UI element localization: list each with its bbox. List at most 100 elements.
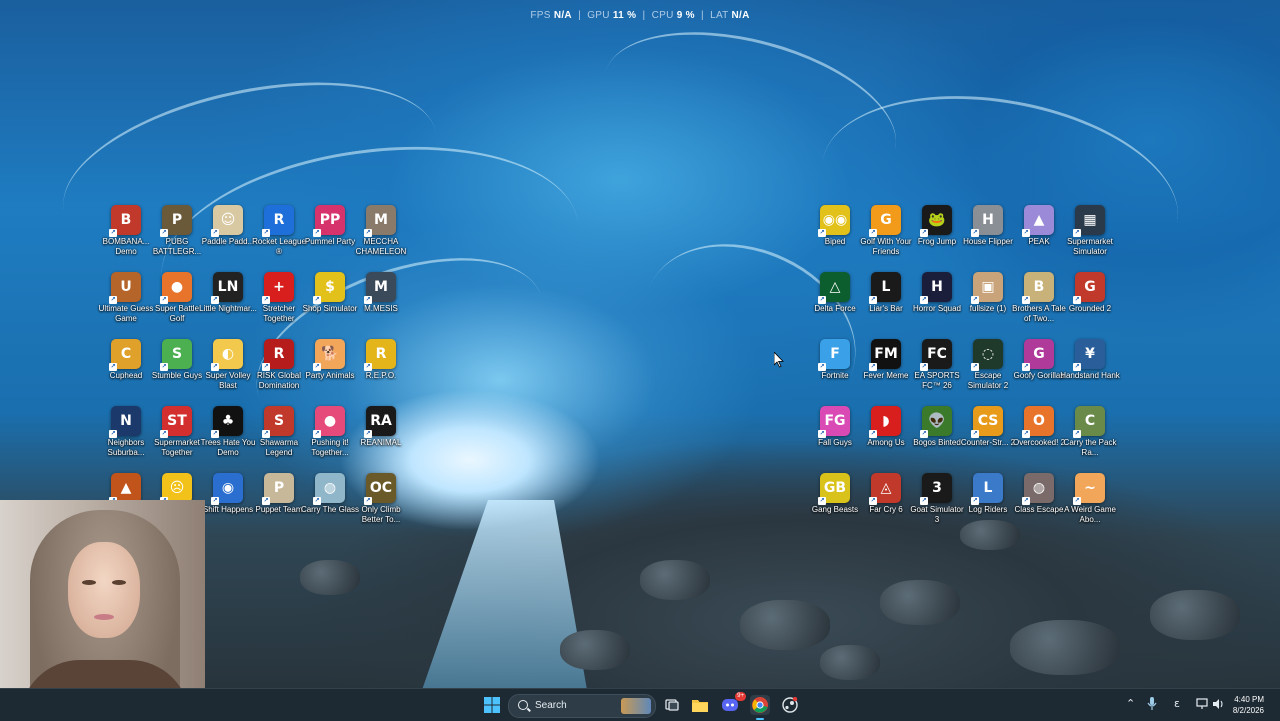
performance-overlay: FPS N/A | GPU 11 % | CPU 9 % | LAT N/A (0, 10, 1280, 21)
shortcut-arrow-icon: ↗ (1022, 296, 1030, 304)
taskbar: Search 9+ ⌃ ε 4:40 PM 8/2/2026 (0, 688, 1280, 721)
shortcut-arrow-icon: ↗ (818, 497, 826, 505)
desktop-shortcut[interactable]: RA ↗ REANIMAL (351, 406, 411, 448)
fever-meme-icon: FM ↗ (869, 339, 901, 371)
shortcut-arrow-icon: ↗ (160, 296, 168, 304)
pushing-it-icon: ● ↗ (313, 406, 345, 438)
steam-icon (782, 697, 798, 713)
start-button[interactable] (482, 695, 502, 715)
stretcher-icon: + ↗ (262, 272, 294, 304)
cuphead-icon: C ↗ (109, 339, 141, 371)
repo-icon: R ↗ (364, 339, 396, 371)
shortcut-arrow-icon: ↗ (971, 497, 979, 505)
search-placeholder: Search (535, 700, 567, 711)
desktop-shortcut-label: MECCHA CHAMELEON (355, 237, 407, 256)
shortcut-arrow-icon: ↗ (971, 430, 979, 438)
network-icon[interactable] (1196, 698, 1208, 710)
battle-golf-icon: ● ↗ (160, 272, 192, 304)
supermarket-simulator-icon: ▦ ↗ (1073, 205, 1105, 237)
webcam-overlay (0, 500, 205, 720)
desktop-shortcut[interactable]: M ↗ MECCHA CHAMELEON (351, 205, 411, 257)
shortcut-arrow-icon: ↗ (313, 430, 321, 438)
shortcut-arrow-icon: ↗ (109, 430, 117, 438)
desktop-shortcut-label: Carry the Pack Ra... (1063, 438, 1117, 457)
carry-glass-icon: ◍ ↗ (313, 473, 345, 505)
mouse-cursor-icon (774, 352, 784, 368)
system-clock[interactable]: 4:40 PM 8/2/2026 (1233, 694, 1264, 716)
shortcut-arrow-icon: ↗ (364, 296, 372, 304)
shortcut-arrow-icon: ↗ (364, 363, 372, 371)
shortcut-arrow-icon: ↗ (364, 497, 372, 505)
desktop-shortcut[interactable]: ¥ ↗ Handstand Hank (1060, 339, 1120, 381)
far-cry-icon: ◬ ↗ (869, 473, 901, 505)
desktop-shortcut-label: REANIMAL (360, 438, 402, 447)
gpu-label: GPU (587, 10, 610, 21)
desktop-shortcut[interactable]: R ↗ R.E.P.O. (351, 339, 411, 381)
taskbar-search[interactable]: Search (508, 694, 656, 718)
volume-icon[interactable] (1212, 698, 1224, 710)
mmesis-icon: M ↗ (364, 272, 396, 304)
desktop-shortcut[interactable]: OC ↗ Only Climb Better To... (351, 473, 411, 525)
discord-notification-badge: 9+ (735, 692, 746, 701)
shawarma-icon: S ↗ (262, 406, 294, 438)
shortcut-arrow-icon: ↗ (262, 430, 270, 438)
chevron-up-icon[interactable]: ⌃ (1126, 697, 1135, 710)
rocket-league-icon: R ↗ (262, 205, 294, 237)
task-view-button[interactable] (662, 695, 682, 715)
shortcut-arrow-icon: ↗ (920, 296, 928, 304)
desktop-shortcut[interactable]: ▦ ↗ Supermarket Simulator (1060, 205, 1120, 257)
stumble-guys-icon: S ↗ (160, 339, 192, 371)
liars-bar-icon: L ↗ (869, 272, 901, 304)
pubg-icon: P ↗ (160, 205, 192, 237)
paddle-icon: ☺ ↗ (211, 205, 243, 237)
peak-icon: ▲ ↗ (1022, 205, 1054, 237)
shortcut-arrow-icon: ↗ (1073, 296, 1081, 304)
desktop-shortcut-label: Handstand Hank (1060, 371, 1120, 380)
shop-simulator-icon: $ ↗ (313, 272, 345, 304)
desktop-shortcut[interactable]: G ↗ Grounded 2 (1060, 272, 1120, 314)
search-icon (518, 700, 528, 710)
discord-icon (722, 699, 738, 711)
shortcut-arrow-icon: ↗ (1022, 430, 1030, 438)
shortcut-arrow-icon: ↗ (313, 497, 321, 505)
shortcut-arrow-icon: ↗ (160, 430, 168, 438)
puppet-team-icon: P ↗ (262, 473, 294, 505)
desktop-shortcut-label: Only Climb Better To... (361, 505, 401, 524)
shortcut-arrow-icon: ↗ (1022, 229, 1030, 237)
shortcut-arrow-icon: ↗ (920, 430, 928, 438)
windows-logo-icon (484, 697, 500, 713)
weird-game-icon: ~ ↗ (1073, 473, 1105, 505)
guess-game-icon: U ↗ (109, 272, 141, 304)
desktop-shortcut[interactable]: ~ ↗ A Weird Game Abo... (1060, 473, 1120, 525)
steam-button[interactable] (780, 695, 800, 715)
handstand-hank-icon: ¥ ↗ (1073, 339, 1105, 371)
class-escape-icon: ◍ ↗ (1022, 473, 1054, 505)
golf-friends-icon: G ↗ (869, 205, 901, 237)
shortcut-arrow-icon: ↗ (313, 363, 321, 371)
screaming-face-icon: ☹↗ (160, 473, 192, 505)
house-flipper-icon: H ↗ (971, 205, 1003, 237)
clock-date: 8/2/2026 (1232, 706, 1264, 715)
discord-button[interactable]: 9+ (720, 692, 746, 715)
chrome-button[interactable] (750, 695, 770, 715)
escape-simulator-icon: ◌ ↗ (971, 339, 1003, 371)
shortcut-arrow-icon: ↗ (211, 229, 219, 237)
carry-pack-icon: C ↗ (1073, 406, 1105, 438)
desktop-shortcut[interactable]: M ↗ M.MESIS (351, 272, 411, 314)
shortcut-arrow-icon: ↗ (818, 229, 826, 237)
goat-simulator-icon: 3 ↗ (920, 473, 952, 505)
chrome-icon (752, 697, 768, 713)
shortcut-arrow-icon: ↗ (1073, 430, 1081, 438)
shortcut-arrow-icon: ↗ (160, 363, 168, 371)
shortcut-arrow-icon: ↗ (869, 363, 877, 371)
delta-force-icon: △ ↗ (818, 272, 850, 304)
input-language-indicator[interactable]: ε (1174, 697, 1180, 710)
desktop-shortcut[interactable]: C ↗ Carry the Pack Ra... (1060, 406, 1120, 458)
file-explorer-button[interactable] (690, 695, 710, 715)
fullsize-image-icon: ▣ ↗ (971, 272, 1003, 304)
shortcut-arrow-icon: ↗ (313, 229, 321, 237)
shortcut-arrow-icon: ↗ (364, 430, 372, 438)
search-highlight-image (621, 698, 651, 714)
microphone-icon[interactable] (1147, 697, 1157, 711)
cpu-value: 9 % (676, 10, 695, 21)
